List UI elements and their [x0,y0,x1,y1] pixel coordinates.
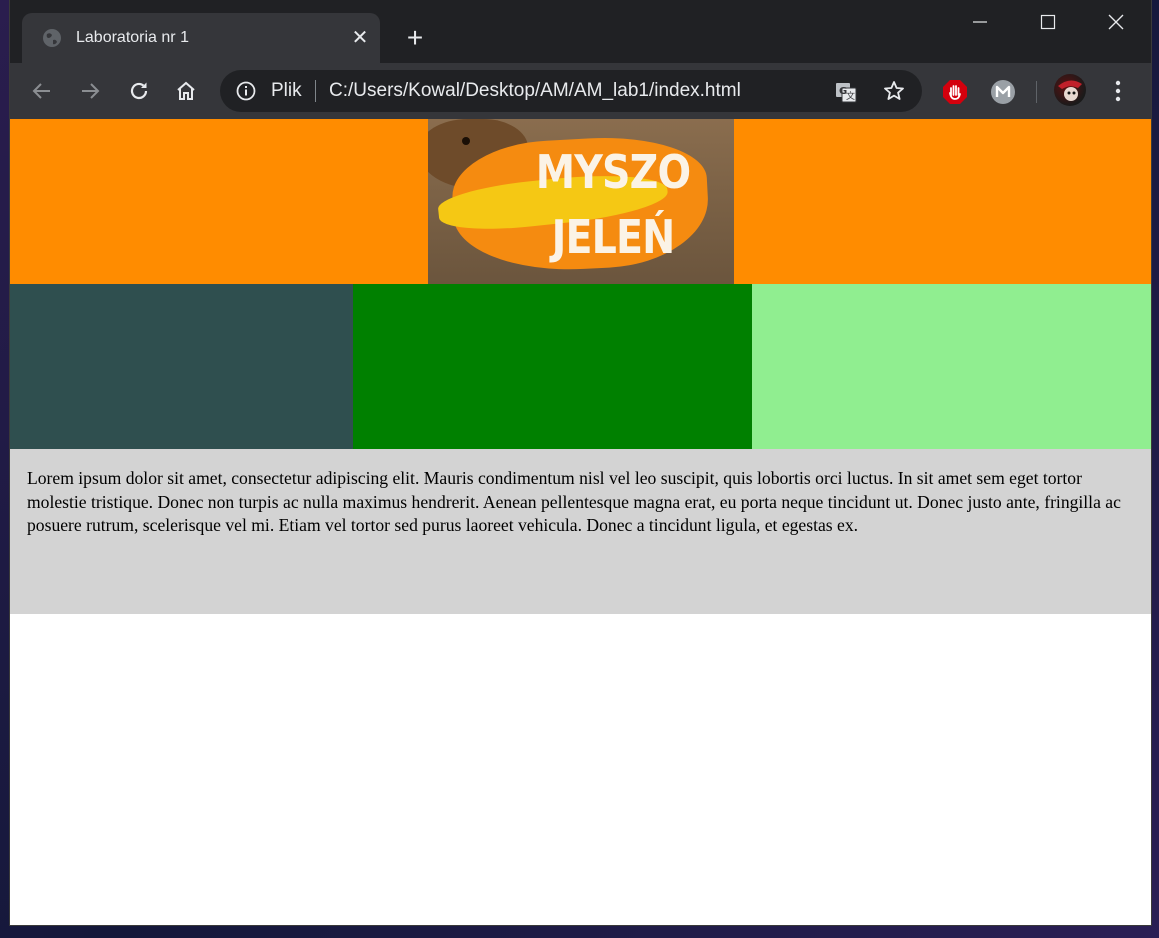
home-button[interactable] [170,75,202,107]
color-columns [10,284,1151,449]
column-dark-slate [10,284,353,449]
page-content: MYSZO JELEŃ Lorem ipsum dolor sit amet, … [10,119,1151,925]
banner-title-line1: MYSZO [535,145,691,199]
lorem-paragraph: Lorem ipsum dolor sit amet, consectetur … [27,468,1121,536]
arrow-right-icon [82,83,100,99]
text-section: Lorem ipsum dolor sit amet, consectetur … [10,449,1151,614]
browser-window: Laboratoria nr 1 ✕ + Plik C:/Users/Kowal… [10,0,1151,925]
globe-icon [43,29,61,47]
browser-toolbar: Plik C:/Users/Kowal/Desktop/AM/AM_lab1/i… [10,63,1151,119]
tab-laboratoria[interactable]: Laboratoria nr 1 ✕ [22,13,380,63]
maximize-button[interactable] [1014,0,1082,45]
m-extension-icon[interactable] [990,79,1016,105]
banner-image: MYSZO JELEŃ [428,119,734,284]
reload-button[interactable] [123,75,155,107]
scheme-label: Plik [271,80,302,101]
divider [315,80,316,102]
info-icon[interactable] [236,81,256,101]
avatar-icon [1058,80,1082,101]
tab-title: Laboratoria nr 1 [76,29,189,46]
arrow-left-icon [32,83,50,99]
adblock-extension-icon[interactable] [942,79,968,105]
close-tab-icon[interactable]: ✕ [347,25,373,51]
close-icon [1108,14,1124,30]
translate-icon[interactable]: G 文 [834,80,858,104]
close-window-button[interactable] [1082,0,1150,45]
minimize-button[interactable] [946,0,1014,45]
maximize-icon [1040,14,1056,30]
column-green [353,284,752,449]
tab-strip: Laboratoria nr 1 ✕ + [10,0,1151,63]
banner-title-line2: JELEŃ [551,210,676,264]
more-menu-icon[interactable] [1108,78,1128,104]
header-section: MYSZO JELEŃ [10,119,1151,284]
bookmark-star-icon[interactable] [882,79,906,103]
column-light-green [752,284,1151,449]
new-tab-button[interactable]: + [400,23,430,53]
minimize-icon [973,21,987,23]
animal-eye [462,137,470,145]
url-text[interactable]: C:/Users/Kowal/Desktop/AM/AM_lab1/index.… [329,79,741,103]
back-button[interactable] [26,75,58,107]
address-bar[interactable]: Plik C:/Users/Kowal/Desktop/AM/AM_lab1/i… [220,70,922,112]
toolbar-divider [1036,81,1037,103]
reload-icon [130,82,148,100]
forward-button[interactable] [74,75,106,107]
profile-avatar[interactable] [1054,74,1086,106]
svg-text:文: 文 [846,90,855,102]
home-icon [177,81,195,100]
